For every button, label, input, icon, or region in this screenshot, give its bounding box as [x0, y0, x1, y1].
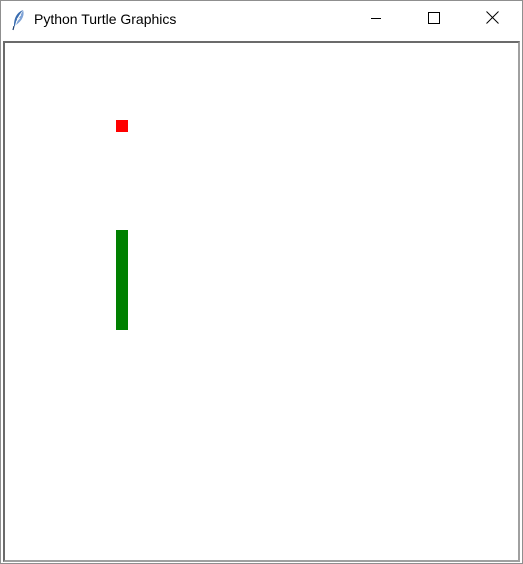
maximize-button[interactable] [411, 1, 457, 39]
minimize-icon [370, 11, 382, 29]
turtle-window: Python Turtle Graphics [0, 0, 523, 564]
canvas-frame [3, 41, 520, 562]
title-bar[interactable]: Python Turtle Graphics [1, 1, 522, 39]
feather-icon [10, 9, 28, 31]
minimize-button[interactable] [353, 1, 399, 39]
turtle-canvas[interactable] [7, 45, 518, 560]
maximize-icon [428, 11, 440, 29]
food-square [116, 120, 128, 132]
window-title: Python Turtle Graphics [34, 11, 177, 27]
close-button[interactable] [469, 1, 515, 39]
close-icon [485, 11, 499, 29]
snake-body [116, 230, 128, 330]
